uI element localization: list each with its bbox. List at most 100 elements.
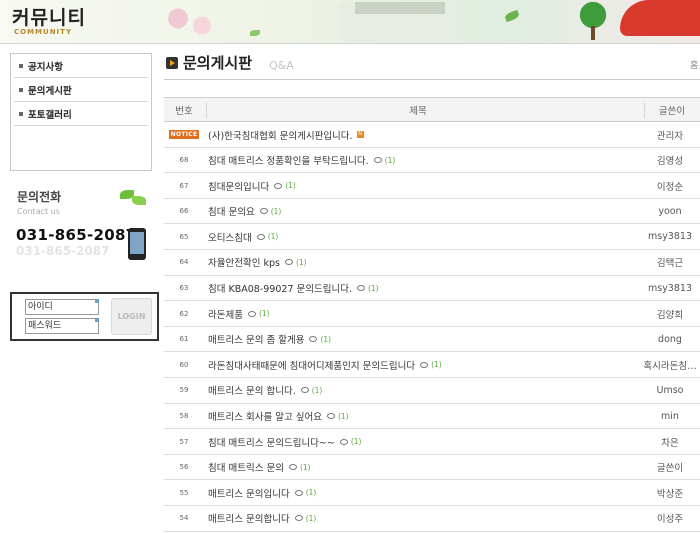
- contact-phone-reflection: 031-865-2087: [16, 244, 110, 258]
- column-divider: [206, 103, 207, 118]
- table-row: 61 매트리스 문의 좀 할게용 (1) dong: [164, 327, 700, 353]
- post-title: 자율안전확인 kps: [208, 258, 280, 270]
- post-title-link[interactable]: 매트리스 문의 합니다. (1): [208, 378, 640, 403]
- post-title-link[interactable]: 자율안전확인 kps (1): [208, 250, 640, 275]
- post-author: 김양희: [656, 309, 684, 321]
- table-row: 67 침대문의입니다 (1) 이정순: [164, 173, 700, 199]
- leaf-icon: [120, 188, 148, 206]
- comment-bubble-icon: [420, 361, 429, 368]
- comment-count: (1): [320, 334, 332, 344]
- post-title: 침대 매트리스 문의드립니다~~: [208, 437, 335, 449]
- post-title-link[interactable]: 라돈제품 (1): [208, 301, 640, 326]
- post-title: 매트리스 회사를 알고 싶어요: [208, 412, 322, 424]
- post-title-link[interactable]: 침대 매트리스 문의드립니다~~ (1): [208, 429, 640, 454]
- comment-bubble-icon: [309, 336, 318, 343]
- post-author: yoon: [658, 205, 682, 217]
- post-author: dong: [658, 333, 682, 345]
- comment-bubble-icon: [326, 413, 335, 420]
- roof-decoration: [355, 2, 445, 14]
- table-row: 64 자율안전확인 kps (1) 김택근: [164, 250, 700, 276]
- post-title: 라돈제품: [208, 309, 243, 321]
- post-title-link[interactable]: 침대문의입니다 (1): [208, 173, 640, 198]
- post-title-link[interactable]: 매트리스 문의합니다 (1): [208, 506, 640, 531]
- leaf-decoration: [504, 9, 520, 23]
- table-row: 60 라돈침대사태때문에 침대어디제품인지 문의드립니다 (1) 혹시라돈침…: [164, 352, 700, 378]
- leaf-decoration: [250, 30, 260, 36]
- username-input[interactable]: 아이디: [25, 299, 99, 315]
- post-title-link[interactable]: 매트리스 회사를 알고 싶어요 (1): [208, 404, 640, 429]
- table-row: 56 침대 매트릭스 문의 (1) 글쓴이: [164, 455, 700, 481]
- comment-count: (1): [267, 232, 279, 242]
- post-title: 매트리스 문의입니다: [208, 488, 290, 500]
- comment-bubble-icon: [300, 387, 309, 394]
- post-title-link[interactable]: 침대 매트리스 정품확인을 부탁드립니다. (1): [208, 148, 640, 173]
- comment-count: (1): [295, 257, 307, 267]
- new-badge-icon: N: [356, 131, 364, 138]
- table-row: 62 라돈제품 (1) 김양희: [164, 301, 700, 327]
- post-title-link[interactable]: 라돈침대사태때문에 침대어디제품인지 문의드립니다 (1): [208, 352, 640, 377]
- post-title-link[interactable]: 매트리스 문의 좀 할게용 (1): [208, 327, 640, 352]
- post-title-link[interactable]: 침대 KBA08-99027 문의드립니다. (1): [208, 276, 640, 301]
- page-subtitle: COMMUNITY: [14, 28, 73, 36]
- comment-count: (1): [350, 437, 362, 447]
- row-number: 63: [179, 284, 189, 293]
- post-author: 관리자: [656, 130, 684, 142]
- table-row: 68 침대 매트리스 정품확인을 부탁드립니다. (1) 김영성: [164, 148, 700, 174]
- comment-bubble-icon: [284, 259, 293, 266]
- table-row: 55 매트리스 문의입니다 (1) 박상준: [164, 480, 700, 506]
- table-row: 58 매트리스 회사를 알고 싶어요 (1) min: [164, 404, 700, 430]
- row-number: 60: [179, 360, 189, 369]
- notice-badge: NOTICE: [168, 130, 200, 139]
- post-title-link[interactable]: 오티스침대 (1): [208, 224, 640, 249]
- row-number: 68: [179, 156, 189, 165]
- comment-count: (1): [299, 462, 311, 472]
- table-row: 54 매트리스 문의합니다 (1) 이성주: [164, 506, 700, 532]
- table-row: 65 오티스침대 (1) msy3813: [164, 224, 700, 250]
- login-button[interactable]: LOGIN: [111, 298, 152, 335]
- table-header: 번호 제목 글쓴이: [164, 97, 700, 122]
- table-row: 63 침대 KBA08-99027 문의드립니다. (1) msy3813: [164, 276, 700, 302]
- post-title: (사)한국침대협회 문의게시판입니다.: [208, 130, 353, 142]
- flower-decoration: [160, 4, 220, 40]
- comment-count: (1): [258, 309, 270, 319]
- post-title: 침대문의입니다: [208, 181, 270, 193]
- tree-trunk-decoration: [591, 26, 595, 40]
- post-author: 김택근: [656, 258, 684, 270]
- comment-bubble-icon: [247, 310, 256, 317]
- table-row: 59 매트리스 문의 합니다. (1) Umso: [164, 378, 700, 404]
- comment-bubble-icon: [356, 285, 365, 292]
- comment-bubble-icon: [339, 438, 348, 445]
- post-title: 침대 매트리스 정품확인을 부탁드립니다.: [208, 156, 369, 168]
- sidebar-item-notice[interactable]: 공지사항: [14, 54, 148, 78]
- comment-bubble-icon: [294, 515, 303, 522]
- comment-bubble-icon: [256, 233, 265, 240]
- password-input[interactable]: 패스워드: [25, 318, 99, 334]
- table-row: 66 침대 문의요 (1) yoon: [164, 199, 700, 225]
- post-title: 침대 매트릭스 문의: [208, 463, 284, 475]
- sidebar-item-qna[interactable]: 문의게시판: [14, 78, 148, 102]
- row-number: 56: [179, 463, 189, 472]
- post-title: 매트리스 문의합니다: [208, 514, 290, 526]
- row-number: 67: [179, 181, 189, 190]
- post-title-link[interactable]: 침대 문의요 (1): [208, 199, 640, 224]
- post-author: Umso: [656, 384, 684, 396]
- post-author: 이정순: [656, 181, 684, 193]
- row-number: 57: [179, 437, 189, 446]
- column-header-author: 글쓴이: [658, 105, 686, 117]
- contact-subtitle: Contact us: [17, 207, 60, 216]
- sidebar-nav: 공지사항 문의게시판 포토갤러리: [10, 53, 152, 171]
- sidebar-item-photo-gallery[interactable]: 포토갤러리: [14, 102, 148, 126]
- row-number: 61: [179, 335, 189, 344]
- post-title-link[interactable]: (사)한국침대협회 문의게시판입니다. N: [208, 122, 640, 147]
- post-title: 매트리스 문의 합니다.: [208, 386, 296, 398]
- row-number: 64: [179, 258, 189, 267]
- post-author: msy3813: [647, 231, 692, 243]
- comment-bubble-icon: [373, 157, 382, 164]
- username-placeholder: 아이디: [28, 302, 53, 312]
- post-title-link[interactable]: 매트리스 문의입니다 (1): [208, 480, 640, 505]
- post-title-link[interactable]: 침대 매트릭스 문의 (1): [208, 455, 640, 480]
- header-banner: 커뮤니티 COMMUNITY: [0, 0, 700, 44]
- board-header: 문의게시판 Q&A 홈: [164, 50, 700, 80]
- column-header-title: 제목: [409, 105, 427, 117]
- breadcrumb-home[interactable]: 홈: [690, 58, 698, 71]
